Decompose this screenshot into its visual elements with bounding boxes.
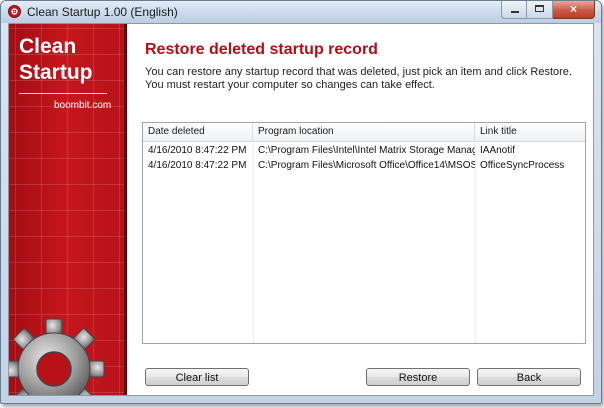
minimize-icon	[511, 11, 519, 13]
caption-buttons: ×	[501, 1, 595, 19]
table-row[interactable]: 4/16/2010 8:47:22 PM C:\Program Files\In…	[143, 143, 585, 158]
clear-list-button[interactable]: Clear list	[145, 368, 249, 386]
page-description: You can restore any startup record that …	[145, 66, 572, 91]
window-title: Clean Startup 1.00 (English)	[27, 5, 178, 19]
brand-line2: Startup	[19, 61, 93, 84]
brand-divider	[19, 93, 107, 94]
brand-website: boombit.com	[54, 100, 112, 111]
sidebar-edge	[124, 24, 127, 395]
brand-line1: Clean	[19, 35, 77, 58]
page-title: Restore deleted startup record	[145, 41, 378, 58]
restore-button[interactable]: Restore	[366, 368, 470, 386]
column-header-link-title[interactable]: Link title	[475, 123, 584, 141]
cell-program-location: C:\Program Files\Microsoft Office\Office…	[258, 160, 475, 171]
close-button[interactable]: ×	[553, 1, 595, 19]
close-icon: ×	[569, 2, 577, 16]
table-header: Date deleted Program location Link title	[143, 123, 585, 142]
cell-link-title: OfficeSyncProcess	[480, 160, 565, 171]
title-bar[interactable]: Clean Startup 1.00 (English) ×	[1, 1, 601, 23]
sidebar-banner: Clean Startup boombit.com	[9, 24, 127, 395]
app-window: Clean Startup 1.00 (English) × Clean Sta…	[0, 0, 602, 404]
table-row[interactable]: 4/16/2010 8:47:22 PM C:\Program Files\Mi…	[143, 158, 585, 173]
gear-icon	[9, 318, 105, 395]
column-header-program-location[interactable]: Program location	[253, 123, 475, 141]
cell-date-deleted: 4/16/2010 8:47:22 PM	[148, 145, 247, 156]
cell-link-title: IAAnotif	[480, 145, 516, 156]
maximize-icon	[535, 5, 544, 12]
client-area: Clean Startup boombit.com Restore delete…	[8, 23, 594, 396]
cell-date-deleted: 4/16/2010 8:47:22 PM	[148, 160, 247, 171]
back-button[interactable]: Back	[477, 368, 581, 386]
maximize-button[interactable]	[527, 1, 553, 19]
app-icon[interactable]	[8, 5, 21, 18]
minimize-button[interactable]	[501, 1, 527, 19]
column-header-date-deleted[interactable]: Date deleted	[143, 123, 253, 141]
deleted-records-table[interactable]: Date deleted Program location Link title…	[142, 122, 586, 344]
brand-logo: Clean Startup	[19, 34, 93, 86]
cell-program-location: C:\Program Files\Intel\Intel Matrix Stor…	[258, 145, 475, 156]
